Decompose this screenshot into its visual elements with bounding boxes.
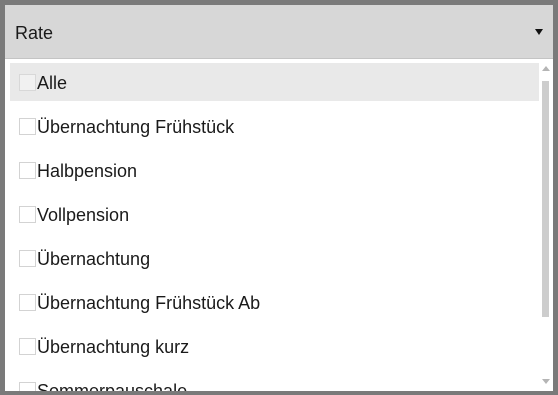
checkbox[interactable]: [19, 162, 36, 179]
list-item-label: Alle: [37, 73, 68, 93]
list-item[interactable]: Übernachtung: [10, 239, 539, 277]
list-item-label: Vollpension: [37, 205, 130, 225]
checkbox[interactable]: [19, 118, 36, 135]
list-item-label: Sommerpauschale: [37, 381, 188, 391]
checkbox[interactable]: [19, 338, 36, 355]
vertical-scrollbar[interactable]: [539, 59, 553, 391]
checkbox[interactable]: [19, 382, 36, 391]
list-item[interactable]: Übernachtung Frühstück Ab: [10, 283, 539, 321]
rate-dropdown-header[interactable]: Rate: [5, 5, 553, 59]
list-item-label: Übernachtung kurz: [37, 337, 190, 357]
list-item[interactable]: Übernachtung kurz: [10, 327, 539, 365]
scroll-up-arrow-icon[interactable]: [542, 66, 550, 71]
list-item-label: Übernachtung Frühstück: [37, 117, 235, 137]
rate-filter-dropdown: Rate Alle Übernachtung Frühstück Halbpen…: [0, 0, 558, 395]
checkbox[interactable]: [19, 294, 36, 311]
rate-options-list: Alle Übernachtung Frühstück Halbpension …: [5, 59, 539, 391]
checkbox[interactable]: [19, 250, 36, 267]
list-item[interactable]: Vollpension: [10, 195, 539, 233]
dropdown-arrow-icon[interactable]: [535, 29, 543, 35]
list-item-label: Halbpension: [37, 161, 138, 181]
list-item-label: Übernachtung: [37, 249, 151, 269]
list-item[interactable]: Halbpension: [10, 151, 539, 189]
list-item-alle[interactable]: Alle: [10, 63, 539, 101]
list-item[interactable]: Sommerpauschale: [10, 371, 539, 391]
list-item[interactable]: Übernachtung Frühstück: [10, 107, 539, 145]
checkbox[interactable]: [19, 206, 36, 223]
checkbox[interactable]: [19, 74, 36, 91]
rate-dropdown-label: Rate: [15, 23, 54, 43]
list-item-label: Übernachtung Frühstück Ab: [37, 293, 261, 313]
scroll-track[interactable]: [542, 81, 549, 369]
scroll-thumb[interactable]: [542, 81, 549, 318]
scroll-down-arrow-icon[interactable]: [542, 379, 550, 384]
